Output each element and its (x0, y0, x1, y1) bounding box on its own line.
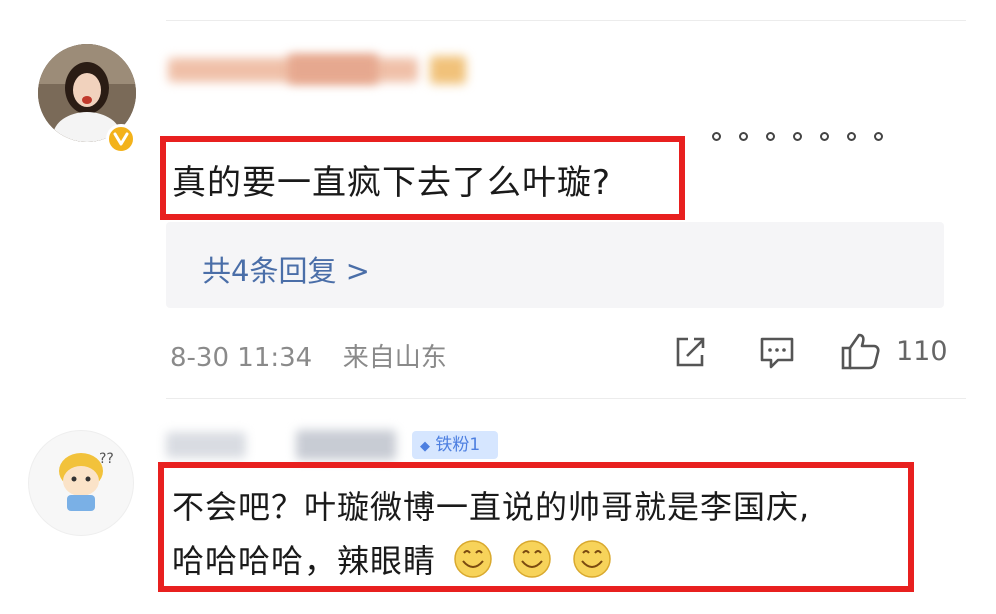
username-blurred[interactable] (168, 52, 478, 88)
comment-icon[interactable] (758, 334, 796, 376)
username-blurred[interactable] (166, 428, 406, 462)
comment-meta: 8-30 11:34 来自山东 (170, 337, 447, 374)
username-blur-icon (430, 56, 466, 84)
username-blur-segment (288, 54, 378, 84)
top-divider (166, 20, 966, 21)
replies-panel[interactable]: 共4条回复 > (166, 222, 944, 308)
comment-text-line2: 哈哈哈哈，辣眼睛 (172, 536, 614, 587)
comment-text-line2-text: 哈哈哈哈，辣眼睛 (172, 542, 437, 580)
comment-date: 8-30 11:34 (170, 343, 313, 373)
comment-location: 来自山东 (342, 343, 447, 373)
like-count: 110 (896, 336, 948, 367)
share-icon[interactable] (672, 334, 708, 374)
diamond-icon: ◆ (420, 439, 430, 454)
fan-badge: ◆ 铁粉1 (412, 431, 498, 459)
comment-divider (166, 398, 966, 399)
svg-text:??: ?? (99, 451, 114, 467)
smile-emoji-icon (510, 539, 554, 587)
view-replies-link[interactable]: 共4条回复 > (202, 248, 370, 290)
fan-badge-label: 铁粉1 (435, 435, 481, 455)
comment-text: 真的要一直疯下去了么叶璇? (172, 163, 612, 203)
smile-emoji-icon (570, 539, 614, 587)
verified-v-icon (106, 124, 136, 154)
thumbs-up-icon[interactable] (840, 331, 882, 375)
more-dots-icon[interactable] (712, 132, 883, 141)
comment-text-line1: 不会吧？叶璇微博一直说的帅哥就是李国庆, (172, 488, 811, 526)
user-avatar[interactable]: ?? (28, 430, 134, 536)
smile-emoji-icon (451, 539, 495, 587)
cartoon-avatar: ?? (59, 451, 114, 511)
username-blur-segment (166, 432, 246, 458)
username-blur-segment (296, 430, 396, 460)
